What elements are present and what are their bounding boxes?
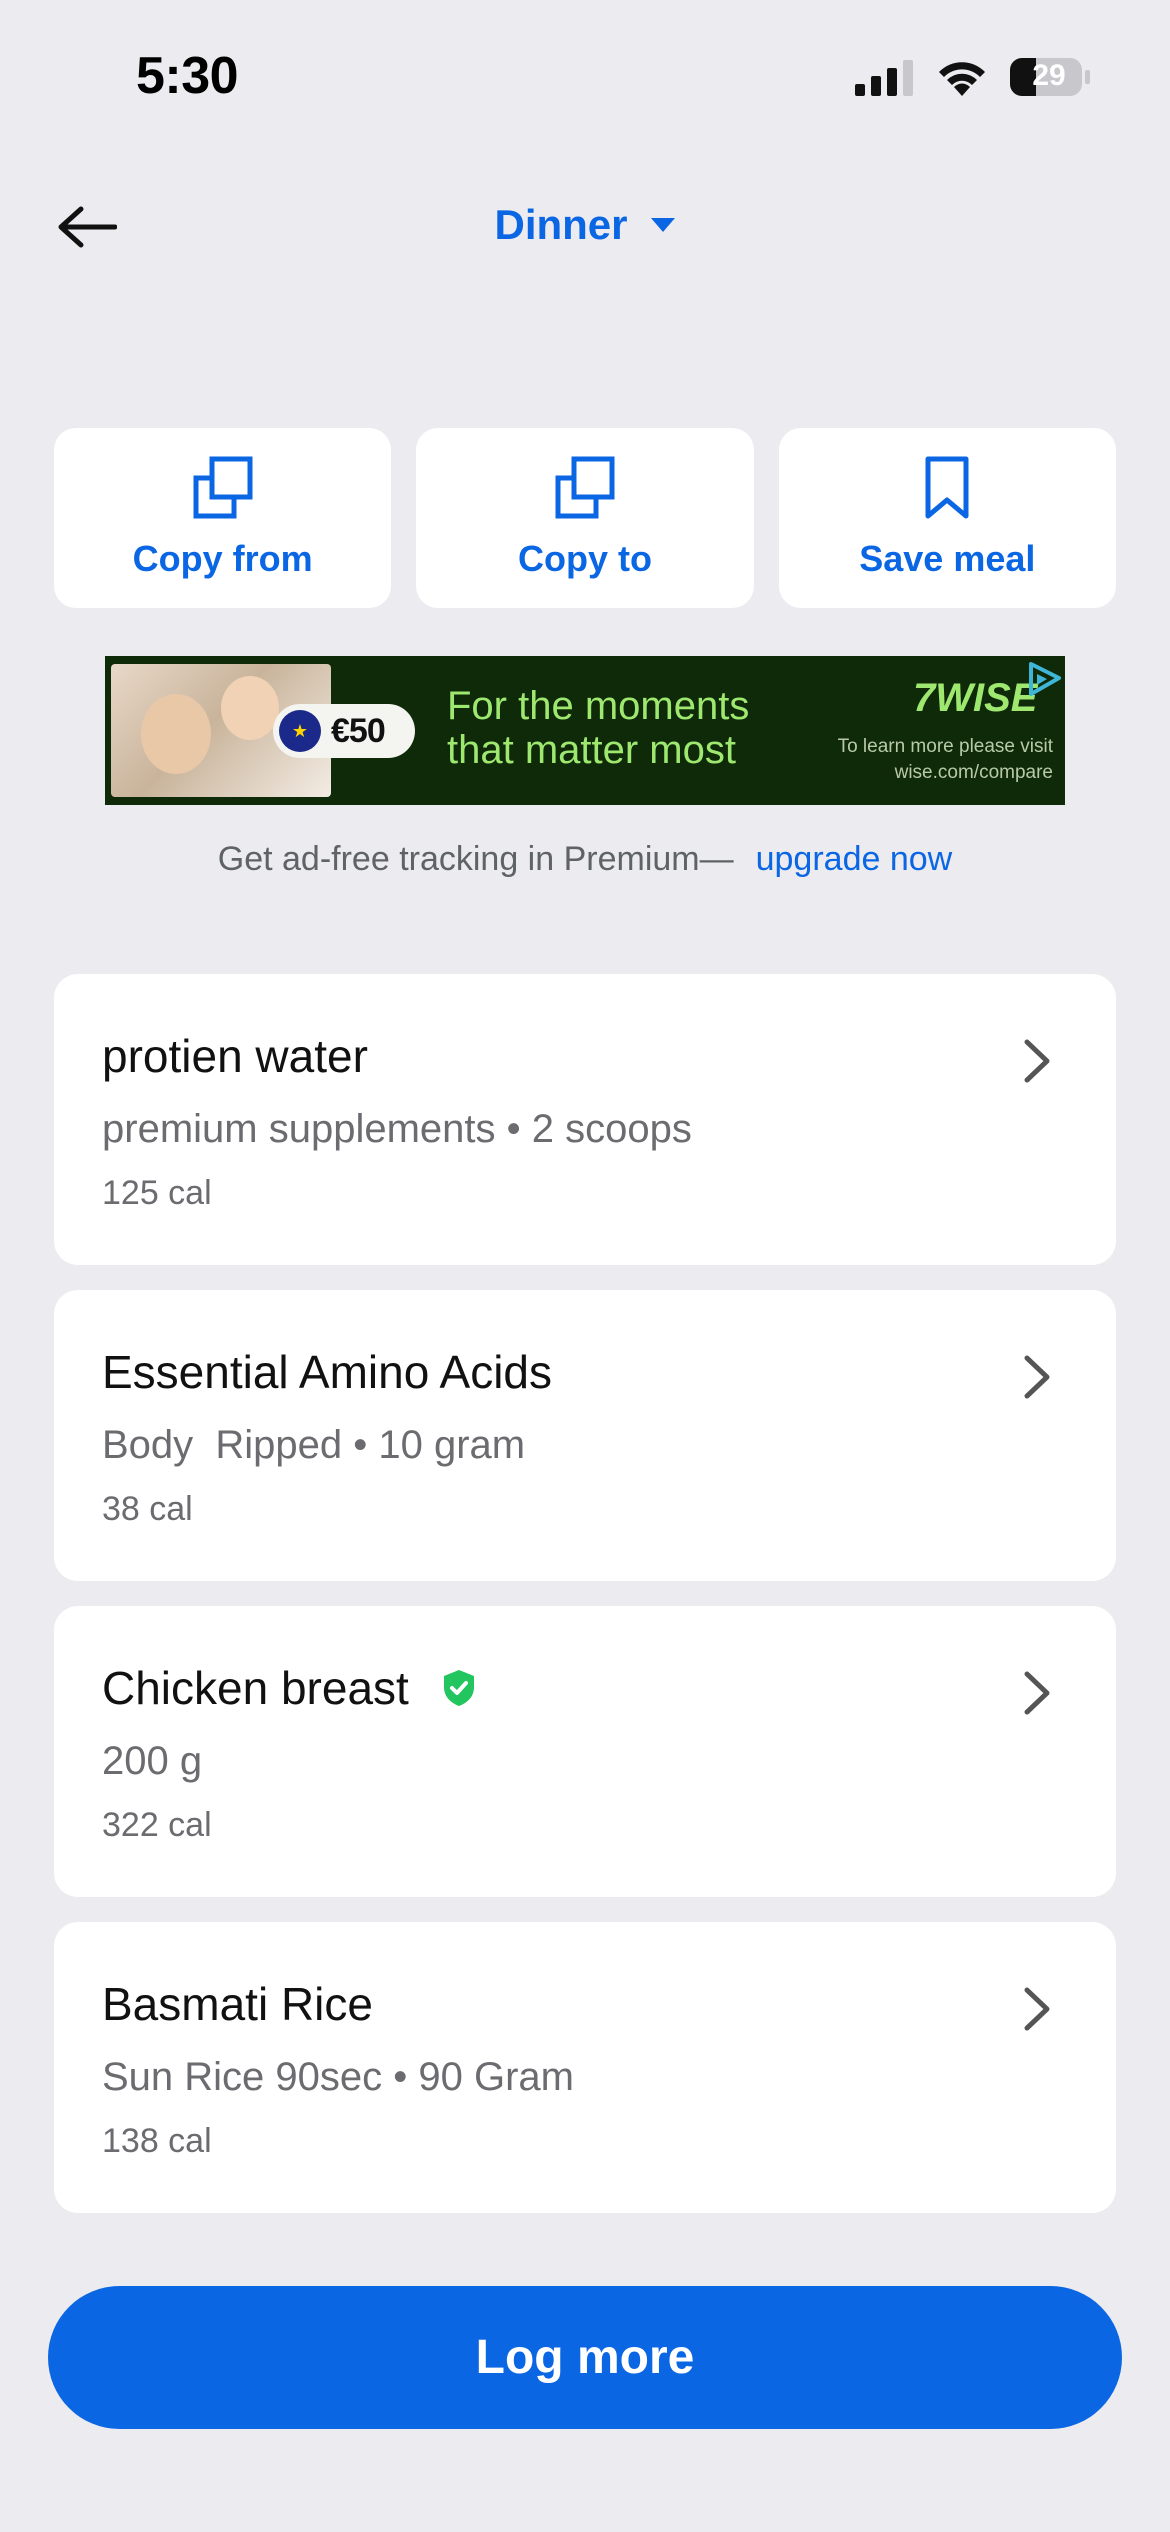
food-calories: 125 cal — [102, 1174, 212, 1212]
food-name: Essential Amino Acids — [102, 1346, 553, 1398]
food-calories: 322 cal — [102, 1806, 212, 1844]
ad-headline-line1: For the moments — [447, 684, 750, 728]
chevron-right-icon — [1024, 1355, 1050, 1399]
screen: 5:30 29 Dinner Copy from Copy to Save me… — [0, 0, 1170, 2532]
ad-banner[interactable]: ★ €50 For the moments that matter most 7… — [105, 656, 1065, 805]
ad-offer-badge: ★ €50 — [273, 704, 415, 758]
log-more-button[interactable]: Log more — [48, 2286, 1122, 2429]
battery-level: 29 — [1032, 59, 1066, 92]
ad-image-child — [221, 676, 279, 740]
premium-text: Get ad-free tracking in Premium— — [217, 840, 734, 878]
food-detail: Sun Rice 90sec • 90 Gram — [102, 2055, 574, 2099]
save-meal-label: Save meal — [859, 538, 1036, 579]
ad-image-person — [141, 694, 211, 774]
verified-shield-icon — [443, 1670, 474, 1706]
meal-dropdown[interactable]: Dinner — [494, 201, 675, 249]
status-time: 5:30 — [136, 47, 239, 105]
food-entry[interactable]: Essential Amino Acids Body Ripped • 10 g… — [54, 1290, 1116, 1581]
copy-from-label: Copy from — [132, 538, 313, 579]
food-name: Chicken breast — [102, 1662, 409, 1714]
food-name: protien water — [102, 1030, 368, 1082]
copy-to-button[interactable]: Copy to — [416, 428, 754, 608]
copy-icon — [555, 456, 615, 519]
wifi-icon — [939, 62, 985, 96]
chevron-right-icon — [1024, 1039, 1050, 1083]
food-name: Basmati Rice — [102, 1978, 373, 2030]
save-meal-button[interactable]: Save meal — [778, 428, 1116, 608]
copy-icon — [193, 456, 253, 519]
meal-selector: Dinner — [0, 195, 1170, 255]
food-name-row: Chicken breast — [102, 1661, 477, 1715]
food-calories: 138 cal — [102, 2122, 212, 2160]
meal-title: Dinner — [494, 201, 628, 248]
status-bar: 5:30 29 — [0, 0, 1170, 150]
food-detail: premium supplements • 2 scoops — [102, 1107, 692, 1151]
food-name-row: protien water — [102, 1029, 368, 1083]
chevron-right-icon — [1024, 1987, 1050, 2031]
chevron-right-icon — [1024, 1671, 1050, 1715]
meal-actions: Copy from Copy to Save meal — [54, 428, 1116, 608]
food-name-row: Basmati Rice — [102, 1977, 373, 2031]
food-entry[interactable]: Basmati Rice Sun Rice 90sec • 90 Gram 13… — [54, 1922, 1116, 2213]
signal-icon — [855, 60, 913, 96]
premium-upsell: Get ad-free tracking in Premium— upgrade … — [0, 840, 1170, 879]
food-entry[interactable]: protien water premium supplements • 2 sc… — [54, 974, 1116, 1265]
food-detail: 200 g — [102, 1739, 203, 1783]
bookmark-icon — [925, 456, 969, 519]
copy-to-label: Copy to — [518, 538, 652, 579]
food-name-row: Essential Amino Acids — [102, 1345, 552, 1399]
ad-choices-icon[interactable] — [1019, 658, 1063, 702]
food-detail: Body Ripped • 10 gram — [102, 1423, 526, 1467]
caret-down-icon — [650, 218, 675, 232]
ad-headline: For the moments that matter most — [447, 684, 749, 772]
ad-headline-line2: that matter most — [447, 728, 736, 772]
ad-disclaimer: To learn more please visit wise.com/comp… — [837, 736, 1053, 783]
log-more-label: Log more — [475, 2331, 695, 2384]
upgrade-now-link[interactable]: upgrade now — [756, 840, 953, 878]
ad-offer: €50 — [331, 711, 386, 750]
copy-from-button[interactable]: Copy from — [54, 428, 392, 608]
food-list: protien water premium supplements • 2 sc… — [54, 974, 1116, 2238]
food-calories: 38 cal — [102, 1490, 193, 1528]
food-entry[interactable]: Chicken breast 200 g 322 cal — [54, 1606, 1116, 1897]
eu-flag-icon: ★ — [279, 710, 321, 752]
